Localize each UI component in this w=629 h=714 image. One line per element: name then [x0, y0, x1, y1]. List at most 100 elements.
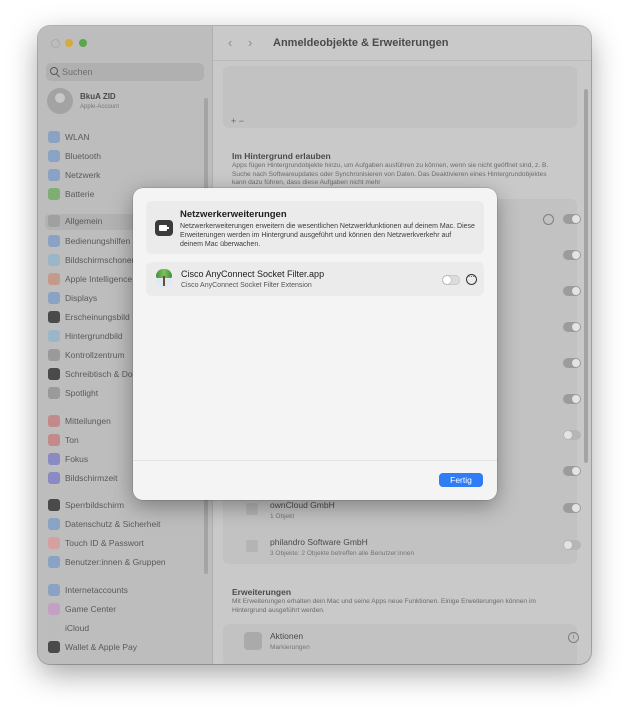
dock-icon: [48, 368, 60, 380]
gear-icon: [48, 215, 60, 227]
sound-icon: [48, 434, 60, 446]
close-window-button[interactable]: [51, 39, 60, 48]
sidebar-item-datenschutz-sicherheit[interactable]: Datenschutz & Sicherheit: [48, 517, 208, 533]
philandro-sub: 3 Objekte: 2 Objekte betreffen alle Benu…: [270, 550, 415, 557]
title-divider: [213, 60, 591, 61]
privacy-icon: [48, 518, 60, 530]
sidebar-item-label: Mitteilungen: [65, 416, 111, 426]
sidebar-item-label: Allgemein: [65, 216, 103, 226]
sidebar-item-sperrbildschirm[interactable]: Sperrbildschirm: [48, 498, 208, 514]
magnifier-icon[interactable]: [543, 214, 554, 225]
extension-name: Cisco AnyConnect Socket Filter.app: [181, 269, 325, 279]
sidebar-item-label: Bedienungshilfen: [65, 236, 131, 246]
extensions-section-title: Erweiterungen: [232, 587, 292, 597]
avatar: [47, 88, 73, 114]
toggle-row-3[interactable]: [563, 286, 581, 296]
sidebar-item-internetaccounts[interactable]: Internetaccounts: [48, 583, 208, 599]
done-button[interactable]: Fertig: [439, 473, 483, 487]
display-icon: [48, 292, 60, 304]
search-input[interactable]: Suchen: [46, 63, 204, 81]
info-icon[interactable]: i: [568, 632, 579, 643]
sheet-title: Netzwerkerweiterungen: [180, 209, 287, 220]
more-options-icon[interactable]: ⋯: [466, 274, 477, 285]
wifi-icon: [48, 131, 60, 143]
owncloud-name: ownCloud GmbH: [270, 500, 335, 510]
fingerprint-icon: [48, 537, 60, 549]
search-icon: [50, 67, 58, 75]
philandro-toggle[interactable]: [563, 540, 581, 550]
sidebar-item-label: Bildschirmzeit: [65, 473, 118, 483]
sidebar-item-label: Kontrollzentrum: [65, 350, 125, 360]
sidebar-item-label: WLAN: [65, 132, 90, 142]
owncloud-app-icon: [246, 503, 258, 515]
account-name: BkuA ZID: [80, 92, 116, 101]
page-title: Anmeldeobjekte & Erweiterungen: [273, 37, 449, 49]
sidebar-item-label: Internetaccounts: [65, 585, 128, 595]
sidebar-item-label: Wallet & Apple Pay: [65, 642, 137, 652]
sidebar-item-benutzer-innen-gruppen[interactable]: Benutzer:innen & Gruppen: [48, 555, 208, 571]
sidebar-item-label: Batterie: [65, 189, 95, 199]
toggle-row-7[interactable]: [563, 430, 581, 440]
sidebar-item-bluetooth[interactable]: Bluetooth: [48, 149, 208, 165]
sidebar-item-label: Ton: [65, 435, 79, 445]
toggle-row-8[interactable]: [563, 466, 581, 476]
sidebar-item-label: Game Center: [65, 604, 117, 614]
sidebar-item-label: Schreibtisch & Dock: [65, 369, 142, 379]
sidebar-item-game-center[interactable]: Game Center: [48, 602, 208, 618]
siri-icon: [48, 273, 60, 285]
sidebar-item-netzwerk[interactable]: Netzwerk: [48, 168, 208, 184]
accessibility-icon: [48, 235, 60, 247]
extension-actions-name[interactable]: Aktionen: [270, 631, 303, 641]
extensions-section-text: Mit Erweiterungen erhalten dein Mac und …: [232, 598, 536, 614]
sidebar-item-label: Sperrbildschirm: [65, 500, 125, 510]
network-icon: [48, 169, 60, 181]
owncloud-sub: 1 Objekt: [270, 513, 295, 520]
extension-toggle[interactable]: [442, 275, 460, 285]
philandro-app-icon: [246, 540, 258, 552]
bluetooth-icon: [48, 150, 60, 162]
sidebar-item-label: Displays: [65, 293, 98, 303]
toggle-row-4[interactable]: [563, 322, 581, 332]
spotlight-icon: [48, 387, 60, 399]
network-extension-icon: [155, 220, 173, 236]
game-center-icon: [48, 603, 60, 615]
extension-row: Cisco AnyConnect Socket Filter.app Cisco…: [146, 262, 484, 296]
account-subtitle: Apple-Account: [80, 104, 120, 110]
add-remove-buttons[interactable]: + −: [231, 116, 244, 126]
back-button[interactable]: ‹: [228, 35, 232, 50]
focus-icon: [48, 453, 60, 465]
users-icon: [48, 556, 60, 568]
account-item[interactable]: BkuA ZID Apple-Account: [47, 88, 207, 120]
toggle-row-1[interactable]: [563, 214, 581, 224]
appearance-icon: [48, 311, 60, 323]
sidebar-item-label: Netzwerk: [65, 170, 101, 180]
icloud-icon: [48, 622, 60, 634]
extension-actions-sub: Markierungen: [270, 644, 310, 651]
forward-button[interactable]: ›: [248, 35, 252, 50]
toggle-row-5[interactable]: [563, 358, 581, 368]
navigation-arrows: ‹ ›: [228, 35, 264, 50]
zoom-window-button[interactable]: [79, 39, 87, 47]
sidebar-item-label: Erscheinungsbild: [65, 312, 130, 322]
sheet-footer-divider: [133, 460, 497, 461]
sidebar-item-wlan[interactable]: WLAN: [48, 130, 208, 146]
sheet-header: Netzwerkerweiterungen Netzwerkerweiterun…: [146, 201, 484, 254]
minimize-window-button[interactable]: [65, 39, 73, 47]
control-center-icon: [48, 349, 60, 361]
philandro-name: philandro Software GmbH: [270, 537, 368, 547]
sidebar-item-wallet-apple-pay[interactable]: Wallet & Apple Pay: [48, 640, 208, 656]
toggle-row-6[interactable]: [563, 394, 581, 404]
search-placeholder: Suchen: [62, 67, 93, 77]
wallpaper-icon: [48, 330, 60, 342]
actions-icon: [244, 632, 262, 650]
main-scrollbar[interactable]: [584, 89, 588, 463]
sidebar-item-label: Datenschutz & Sicherheit: [65, 519, 161, 529]
sidebar-item-icloud[interactable]: iCloud: [48, 621, 208, 637]
extensions-list: Aktionen Markierungen i: [223, 624, 579, 664]
cisco-app-icon: [154, 268, 174, 288]
owncloud-toggle[interactable]: [563, 503, 581, 513]
sidebar-item-touch-id-passwort[interactable]: Touch ID & Passwort: [48, 536, 208, 552]
internet-accounts-icon: [48, 584, 60, 596]
sidebar-item-label: Touch ID & Passwort: [65, 538, 144, 548]
toggle-row-2[interactable]: [563, 250, 581, 260]
